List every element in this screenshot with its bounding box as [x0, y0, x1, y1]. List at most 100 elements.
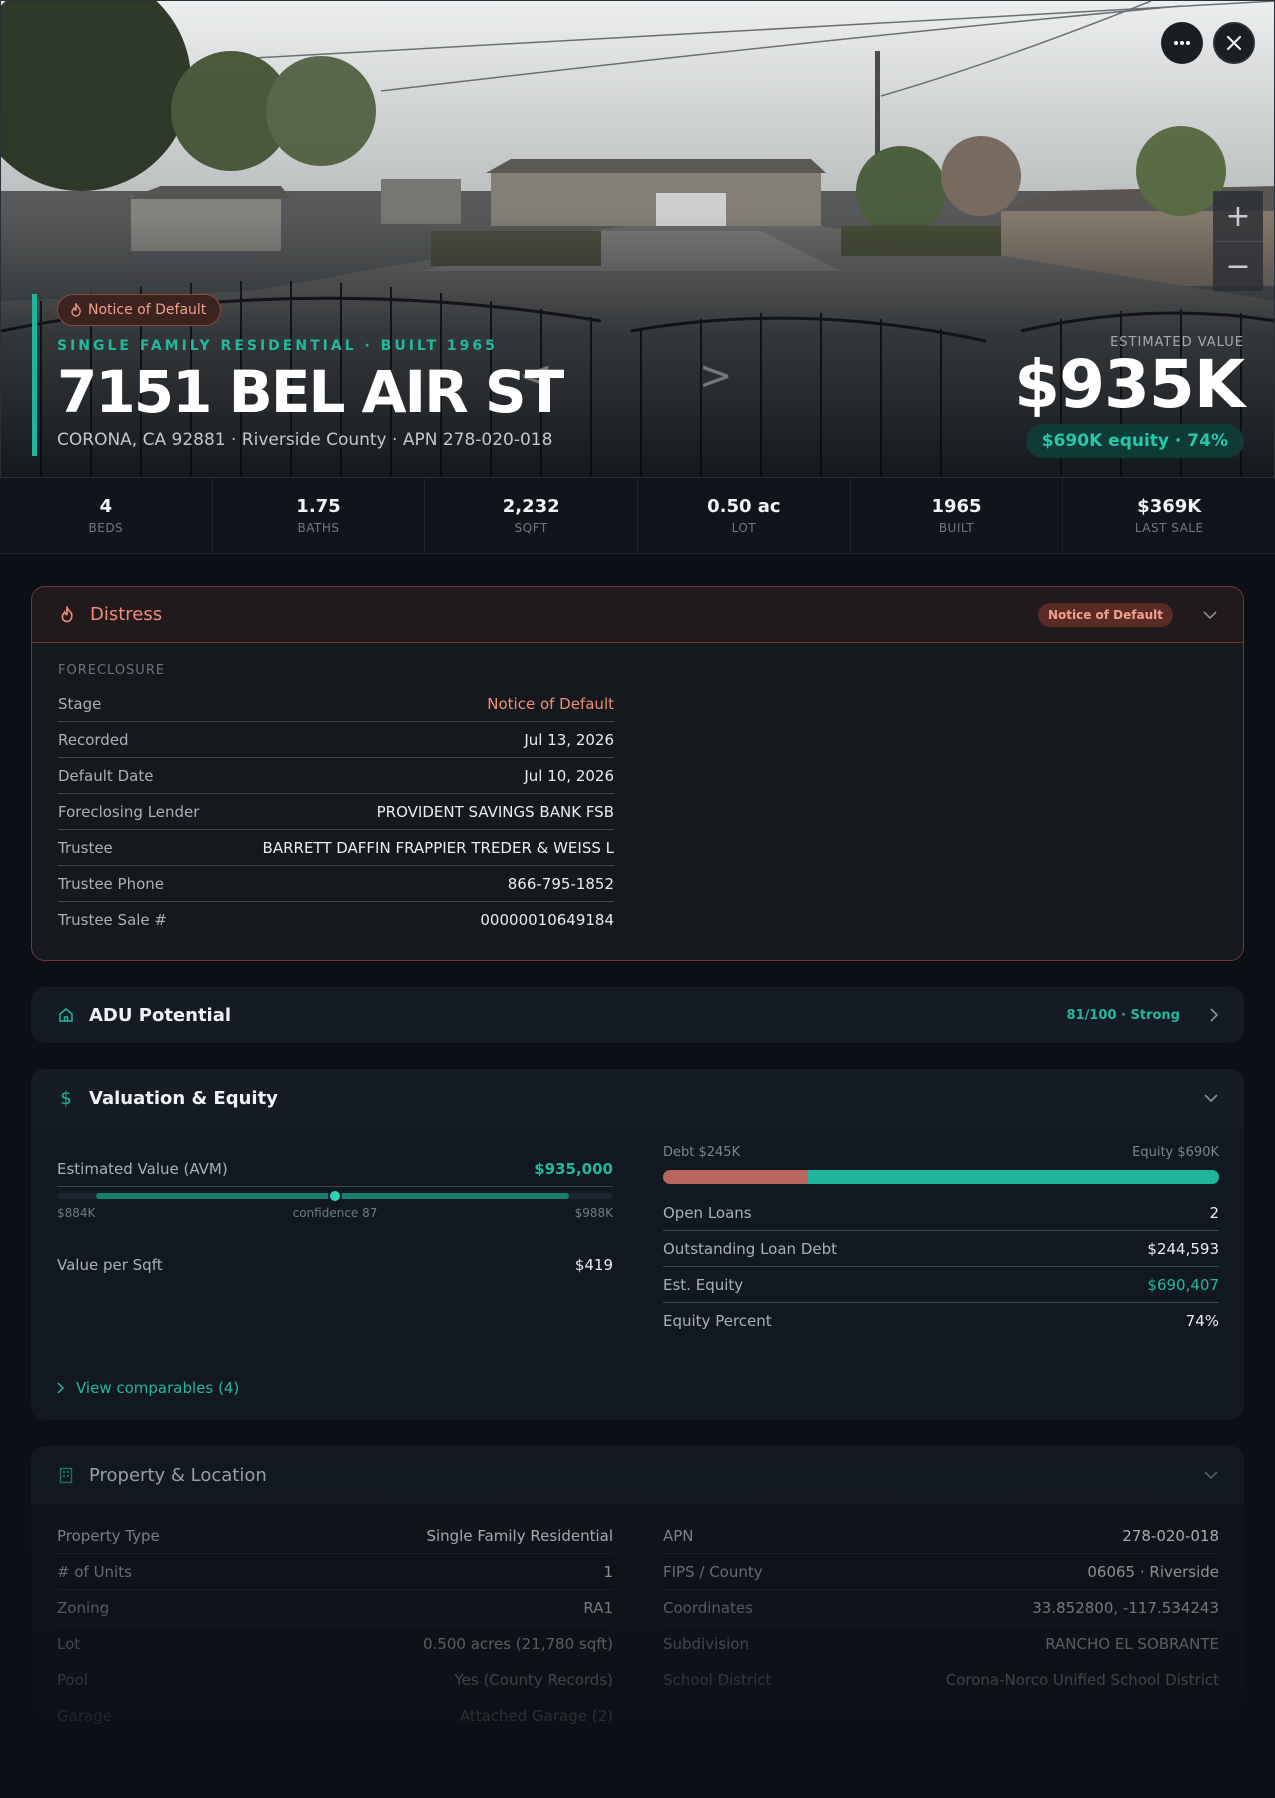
- property-row: Property Type Single Family Residential: [57, 1518, 613, 1554]
- chevron-right-icon: [57, 1382, 64, 1394]
- loan-label: Equity Percent: [663, 1312, 772, 1330]
- stat-label: LOT: [731, 521, 757, 535]
- section-title: ADU Potential: [89, 1004, 232, 1026]
- home-icon: [57, 1006, 75, 1024]
- property-value: Single Family Residential: [426, 1526, 613, 1545]
- section-title: Property & Location: [89, 1464, 267, 1486]
- stat-value: 2,232: [502, 496, 560, 517]
- address-subtitle: CORONA, CA 92881 · Riverside County · AP…: [57, 430, 553, 450]
- property-details-left: Property Type Single Family Residential #…: [57, 1518, 613, 1734]
- property-label: Pool: [57, 1670, 89, 1689]
- zoom-in-button[interactable]: +: [1213, 191, 1263, 241]
- detail-row: Recorded Jul 13, 2026: [58, 722, 614, 758]
- stat-label: SQFT: [514, 521, 548, 535]
- range-low: $884K: [57, 1206, 96, 1220]
- stat-last-sale: $369K LAST SALE: [1063, 478, 1275, 553]
- detail-value: 866-795-1852: [507, 874, 614, 893]
- detail-label: Default Date: [58, 766, 154, 785]
- address-title: 7151 BEL AIR ST: [57, 358, 564, 426]
- detail-row: Trustee BARRETT DAFFIN FRAPPIER TREDER & …: [58, 830, 614, 866]
- detail-row: Foreclosing Lender PROVIDENT SAVINGS BANK…: [58, 794, 614, 830]
- view-comparables-link[interactable]: View comparables (4): [57, 1379, 239, 1397]
- property-header[interactable]: Property & Location: [31, 1446, 1244, 1504]
- property-label: Coordinates: [663, 1598, 754, 1617]
- property-section: Property & Location Property Type Single …: [31, 1446, 1244, 1734]
- loan-value: $690,407: [1147, 1275, 1219, 1294]
- stat-label: BATHS: [297, 521, 340, 535]
- stat-sqft: 2,232 SQFT: [425, 478, 639, 553]
- loan-value: 74%: [1185, 1312, 1219, 1330]
- property-meta: SINGLE FAMILY RESIDENTIAL · BUILT 1965: [57, 338, 498, 354]
- distress-header-right: Notice of Default: [1037, 602, 1217, 627]
- range-high: $988K: [574, 1206, 613, 1220]
- adu-section[interactable]: ADU Potential 81/100 · Strong: [31, 987, 1244, 1043]
- property-label: # of Units: [57, 1562, 132, 1581]
- stat-beds: 4 BEDS: [0, 478, 213, 553]
- property-details-right: APN 278-020-018 FIPS / County 06065 · Rive…: [663, 1518, 1219, 1698]
- stats-bar: 4 BEDS 1.75 BATHS 2,232 SQFT 0.50 ac LOT 196…: [0, 478, 1275, 554]
- property-row: Pool Yes (County Records): [57, 1662, 613, 1698]
- chevron-down-icon[interactable]: [1204, 1094, 1218, 1102]
- detail-value: BARRETT DAFFIN FRAPPIER TREDER & WEISS L: [262, 838, 614, 857]
- vps-label: Value per Sqft: [57, 1256, 163, 1274]
- property-label: APN: [663, 1526, 694, 1545]
- adu-header-right: 81/100 · Strong: [1067, 1008, 1218, 1023]
- stat-value: 1965: [931, 496, 982, 517]
- close-icon: [1227, 36, 1241, 50]
- debt-equity-labels: Debt $245K Equity $690K: [663, 1145, 1219, 1160]
- minus-icon: −: [1225, 249, 1251, 284]
- property-value: 33.852800, -117.534243: [1032, 1598, 1219, 1617]
- dollar-icon: $: [60, 1087, 72, 1109]
- property-row: Coordinates 33.852800, -117.534243: [663, 1590, 1219, 1626]
- property-label: Property Type: [57, 1526, 160, 1545]
- detail-value: Jul 10, 2026: [524, 766, 614, 785]
- loan-label: Outstanding Loan Debt: [663, 1239, 837, 1258]
- chevron-down-icon[interactable]: [1203, 610, 1217, 619]
- loan-value: $244,593: [1147, 1239, 1219, 1258]
- property-value: 06065 · Riverside: [1087, 1562, 1219, 1581]
- section-title: Valuation & Equity: [89, 1087, 278, 1109]
- property-value: Corona-Norco Unified School District: [945, 1670, 1219, 1689]
- adu-header[interactable]: ADU Potential 81/100 · Strong: [31, 987, 1244, 1043]
- property-value: 0.500 acres (21,780 sqft): [423, 1634, 613, 1653]
- valuation-header[interactable]: $ Valuation & Equity: [31, 1069, 1244, 1127]
- vps-value: $419: [574, 1256, 613, 1274]
- adu-score: 81/100 · Strong: [1066, 1007, 1180, 1023]
- detail-row: Trustee Phone 866-795-1852: [58, 866, 614, 902]
- detail-row: Default Date Jul 10, 2026: [58, 758, 614, 794]
- equity-label: Equity $690K: [1132, 1145, 1219, 1160]
- building-icon: [57, 1466, 75, 1484]
- confidence-label: confidence 87: [292, 1206, 378, 1220]
- stat-label: BEDS: [88, 521, 124, 535]
- hero-info: Notice of Default SINGLE FAMILY RESIDENT…: [32, 294, 564, 456]
- loan-row: Open Loans 2: [663, 1195, 1219, 1231]
- detail-row: Trustee Sale # 00000010649184: [58, 902, 614, 938]
- loan-row: Equity Percent 74%: [663, 1303, 1219, 1339]
- close-button[interactable]: [1213, 22, 1255, 64]
- estimated-value-block: ESTIMATED VALUE $935K $690K equity · 74%: [1014, 335, 1245, 458]
- status-badge-label: Notice of Default: [88, 302, 207, 318]
- zoom-out-button[interactable]: −: [1213, 241, 1263, 291]
- stat-value: 1.75: [296, 496, 341, 517]
- chevron-right-icon[interactable]: [1210, 1008, 1218, 1022]
- distress-header[interactable]: Distress Notice of Default: [32, 587, 1243, 643]
- stat-value: $369K: [1137, 496, 1202, 517]
- chevron-down-icon[interactable]: [1204, 1471, 1218, 1479]
- stat-lot: 0.50 ac LOT: [638, 478, 851, 553]
- stat-value: 0.50 ac: [707, 496, 781, 517]
- avm-range-labels: $884K confidence 87 $988K: [57, 1206, 613, 1220]
- property-value: 278-020-018: [1122, 1526, 1219, 1545]
- avm-row: Estimated Value (AVM) $935,000: [57, 1151, 613, 1187]
- status-badge: Notice of Default: [1037, 602, 1173, 627]
- property-label: Lot: [57, 1634, 81, 1653]
- stat-label: BUILT: [938, 521, 975, 535]
- loan-details: Open Loans 2 Outstanding Loan Debt $244,59…: [663, 1195, 1219, 1339]
- property-label: FIPS / County: [663, 1562, 763, 1581]
- more-options-button[interactable]: [1161, 22, 1203, 64]
- property-value: RA1: [583, 1598, 613, 1617]
- detail-value: Notice of Default: [487, 694, 614, 713]
- property-label: School District: [663, 1670, 772, 1689]
- gallery-next-button[interactable]: >: [699, 353, 733, 399]
- debt-equity-bar: [663, 1170, 1219, 1184]
- equity-segment: [807, 1170, 1219, 1184]
